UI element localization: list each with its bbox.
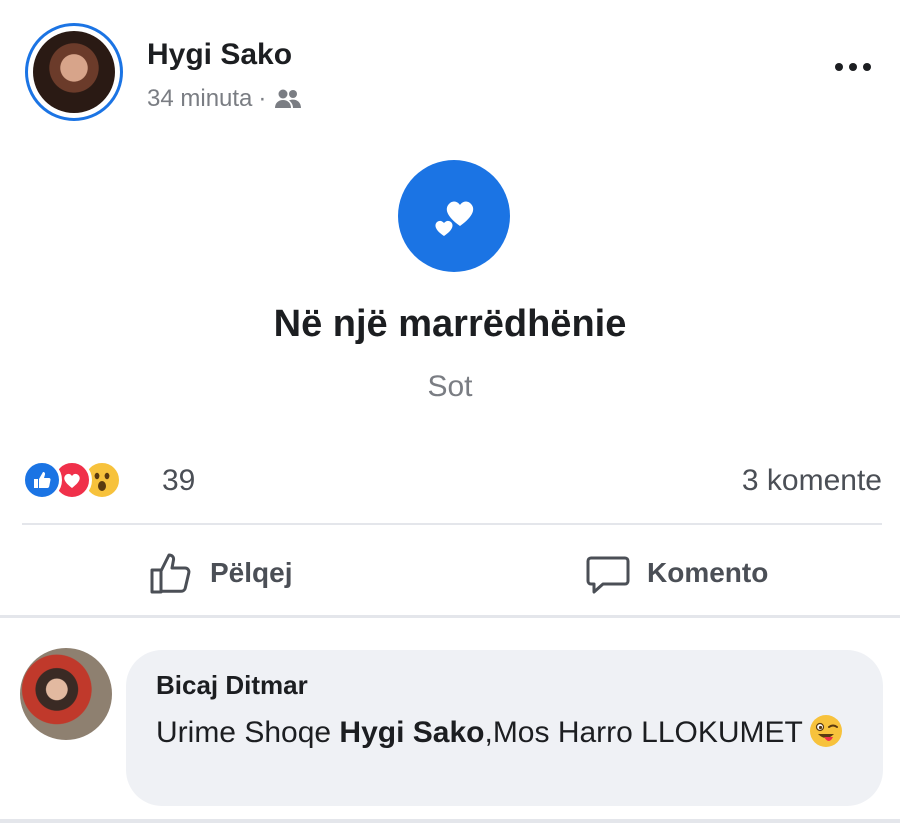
comment-bubble-icon — [586, 556, 630, 594]
comment-label: Komento — [647, 557, 769, 588]
commenter-name[interactable]: Bicaj Ditmar — [156, 670, 308, 701]
more-dot — [863, 63, 871, 71]
comment-text-start: Urime Shoqe — [156, 716, 340, 749]
comment-mention[interactable]: Hygi Sako — [339, 716, 484, 749]
post-meta: 34 minuta · — [147, 85, 302, 113]
hearts-glyph — [435, 201, 474, 236]
post-time[interactable]: 34 minuta — [147, 85, 252, 113]
action-bar: Pëlqej Komento — [0, 530, 900, 614]
more-dot — [849, 63, 857, 71]
bottom-divider — [0, 819, 900, 823]
reaction-count: 39 — [162, 464, 196, 497]
divider — [22, 523, 882, 525]
more-dot — [835, 63, 843, 71]
winking-tongue-emoji — [809, 715, 842, 747]
commenter-avatar[interactable] — [20, 648, 112, 740]
comment-count[interactable]: 3 komente — [742, 464, 882, 498]
friends-icon[interactable] — [274, 88, 302, 110]
section-divider — [0, 615, 900, 618]
comment-text: Urime Shoqe Hygi Sako,Mos Harro LLOKUMET — [156, 712, 856, 754]
comment-button[interactable]: Komento — [585, 548, 768, 598]
author-name[interactable]: Hygi Sako — [147, 38, 292, 72]
comment-bubble: Bicaj Ditmar Urime Shoqe Hygi Sako,Mos H… — [126, 650, 883, 806]
author-photo — [33, 31, 115, 113]
thumbs-up-icon — [150, 553, 191, 594]
comment-text-end: ,Mos Harro LLOKUMET — [484, 716, 803, 749]
like-button[interactable]: Pëlqej — [148, 548, 292, 598]
post-header: Hygi Sako 34 minuta · — [0, 0, 900, 140]
like-label: Pëlqej — [210, 557, 293, 588]
more-options-button[interactable] — [830, 52, 876, 82]
reactions-summary[interactable]: 39 3 komente — [22, 458, 882, 504]
life-event-date: Sot — [427, 370, 473, 403]
hearts-icon — [398, 160, 510, 272]
life-event-title: Në një marrëdhënie — [273, 303, 627, 345]
like-reaction-icon — [22, 460, 62, 500]
author-avatar[interactable] — [25, 23, 123, 121]
meta-separator: · — [258, 85, 267, 112]
